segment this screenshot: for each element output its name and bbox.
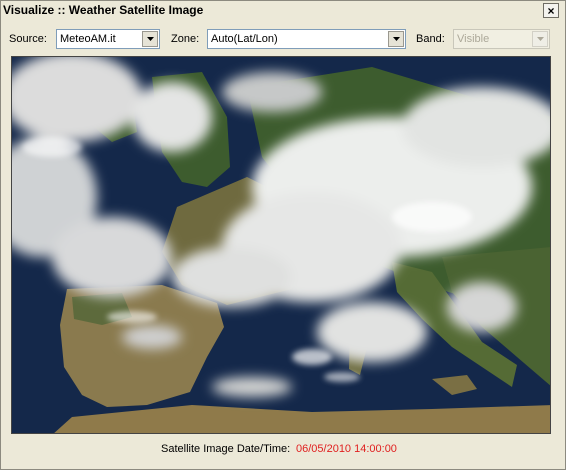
datetime-label: Satellite Image Date/Time: [161,443,291,455]
source-select-value: MeteoAM.it [60,33,116,45]
band-select[interactable]: Visible [453,29,550,49]
band-label: Band: [416,33,445,45]
source-select[interactable]: MeteoAM.it [56,29,160,49]
chevron-down-icon[interactable] [388,31,404,47]
chevron-down-icon[interactable] [142,31,158,47]
satellite-image-icon [12,57,550,433]
status-footer: Satellite Image Date/Time: 06/05/2010 14… [1,442,565,458]
close-icon: × [547,3,555,18]
chevron-down-icon [532,31,548,47]
toolbar: Source: MeteoAM.it Zone: Auto(Lat/Lon) B… [1,25,565,51]
zone-select[interactable]: Auto(Lat/Lon) [207,29,406,49]
datetime-value: 06/05/2010 14:00:00 [296,443,397,455]
zone-label: Zone: [171,33,200,45]
window-title: Visualize :: Weather Satellite Image [3,3,204,17]
zone-select-value: Auto(Lat/Lon) [211,33,278,45]
source-label: Source: [9,33,47,45]
satellite-image[interactable] [11,56,551,434]
band-select-value: Visible [457,33,490,45]
close-button[interactable]: × [543,3,559,18]
title-bar[interactable]: Visualize :: Weather Satellite Image × [1,1,565,21]
satellite-window: Visualize :: Weather Satellite Image × S… [0,0,566,470]
